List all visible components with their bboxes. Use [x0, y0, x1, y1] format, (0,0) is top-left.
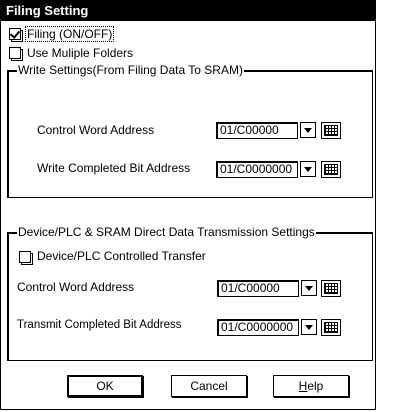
filing-label: Filing (ON/OFF): [25, 26, 115, 42]
ok-button[interactable]: OK: [67, 375, 143, 397]
transmit-completed-bit-keypad-icon[interactable]: [321, 319, 341, 336]
transmit-settings-legend: Device/PLC & SRAM Direct Data Transmissi…: [17, 225, 316, 239]
write-completed-bit-keypad-icon[interactable]: [321, 161, 341, 178]
transmit-completed-bit-dropdown-icon[interactable]: [301, 319, 317, 335]
multiple-folders-label: Use Muliple Folders: [27, 46, 134, 60]
transmit-control-word-label: Control Word Address: [17, 280, 135, 294]
window-title: Filing Setting: [6, 3, 89, 18]
write-completed-bit-dropdown-icon[interactable]: [300, 161, 316, 177]
write-completed-bit-field[interactable]: 01/C0000000: [216, 161, 298, 178]
write-control-word-keypad-icon[interactable]: [321, 122, 341, 139]
write-settings-legend: Write Settings(From Filing Data To SRAM): [17, 63, 244, 77]
write-control-word-label: Control Word Address: [37, 123, 155, 137]
title-bar: Filing Setting: [1, 1, 375, 21]
write-completed-bit-label: Write Completed Bit Address: [37, 161, 191, 175]
write-control-word-field[interactable]: 01/C00000: [216, 122, 298, 139]
transmit-completed-bit-label: Transmit Completed Bit Address: [17, 319, 182, 331]
write-control-word-dropdown-icon[interactable]: [300, 122, 316, 138]
controlled-transfer-checkbox[interactable]: [19, 251, 31, 263]
transmit-control-word-field[interactable]: 01/C00000: [217, 280, 299, 297]
filing-setting-dialog: Filing Setting Filing (ON/OFF) Use Mulip…: [0, 0, 376, 410]
controlled-transfer-label: Device/PLC Controlled Transfer: [37, 249, 206, 263]
help-button[interactable]: Help: [273, 375, 349, 397]
filing-checkbox[interactable]: [9, 28, 21, 40]
multiple-folders-checkbox[interactable]: [9, 47, 21, 59]
help-label-rest: elp: [307, 379, 324, 393]
cancel-button[interactable]: Cancel: [171, 375, 247, 397]
transmit-control-word-keypad-icon[interactable]: [321, 280, 341, 297]
transmit-completed-bit-field[interactable]: 01/C0000000: [217, 319, 299, 336]
transmit-control-word-dropdown-icon[interactable]: [301, 280, 317, 296]
